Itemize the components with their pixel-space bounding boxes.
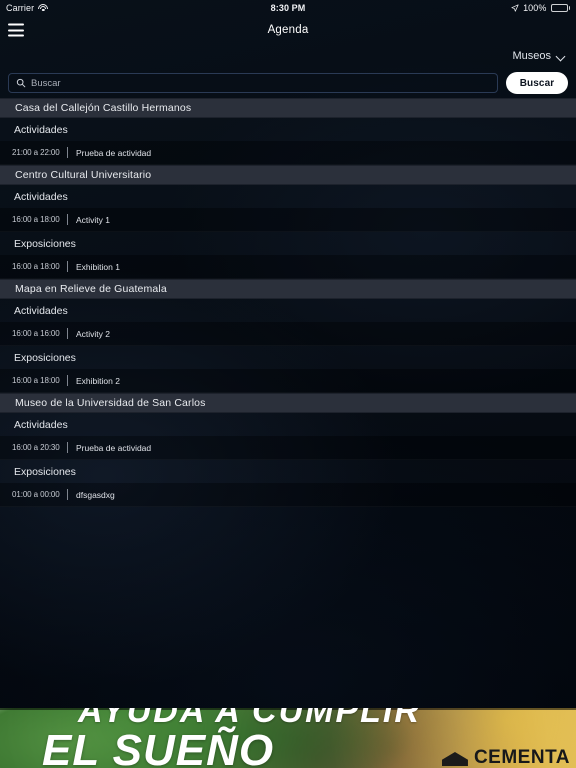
event-name: dfsgasdxg: [76, 489, 115, 500]
section-header[interactable]: Museo de la Universidad de San Carlos: [0, 393, 576, 413]
event-divider: [67, 489, 68, 500]
event-row[interactable]: 01:00 a 00:00 dfsgasdxg: [0, 483, 576, 507]
roof-logo-icon: [441, 752, 468, 766]
section-header[interactable]: Centro Cultural Universitario: [0, 165, 576, 185]
event-name: Activity 1: [76, 214, 111, 225]
group-title: Exposiciones: [14, 237, 76, 250]
hamburger-menu-icon[interactable]: [8, 23, 24, 37]
event-row[interactable]: 16:00 a 18:00 Exhibition 2: [0, 369, 576, 393]
event-time: 16:00 a 20:30: [12, 443, 60, 452]
event-time: 16:00 a 16:00: [12, 329, 60, 338]
event-time: 21:00 a 22:00: [12, 148, 60, 157]
event-divider: [67, 147, 68, 158]
event-time: 01:00 a 00:00: [12, 490, 60, 499]
search-input[interactable]: [31, 77, 490, 89]
advertisement-banner[interactable]: AYUDA A CUMPLIR EL SUEÑO CEMENTA: [0, 708, 576, 768]
event-name: Activity 2: [76, 328, 111, 339]
status-bar-clock: 8:30 PM: [270, 3, 306, 13]
search-row: Buscar: [0, 68, 576, 98]
museos-filter-label: Museos: [512, 50, 551, 62]
museos-filter-dropdown[interactable]: Museos: [512, 50, 566, 62]
event-name: Exhibition 1: [76, 261, 120, 272]
event-row[interactable]: 21:00 a 22:00 Prueba de actividad: [0, 141, 576, 165]
event-divider: [67, 214, 68, 225]
event-row[interactable]: 16:00 a 20:30 Prueba de actividad: [0, 436, 576, 460]
filter-row: Museos: [0, 44, 576, 68]
carrier-label: Carrier: [6, 3, 35, 13]
chevron-down-icon: [557, 52, 566, 61]
banner-brand: CEMENTA: [441, 746, 570, 768]
event-divider: [67, 328, 68, 339]
navigation-bar: Agenda: [0, 16, 576, 44]
group-title: Actividades: [14, 304, 68, 317]
page-title: Agenda: [267, 24, 309, 36]
group-title: Exposiciones: [14, 351, 76, 364]
event-name: Prueba de actividad: [76, 442, 152, 453]
event-time: 16:00 a 18:00: [12, 215, 60, 224]
search-submit-button[interactable]: Buscar: [506, 72, 568, 94]
search-field[interactable]: [8, 73, 498, 93]
event-name: Exhibition 2: [76, 375, 120, 386]
event-row[interactable]: 16:00 a 16:00 Activity 2: [0, 322, 576, 346]
event-row[interactable]: 16:00 a 18:00 Exhibition 1: [0, 255, 576, 279]
battery-percent-label: 100%: [523, 3, 547, 13]
agenda-list: Casa del Callejón Castillo Hermanos Activ…: [0, 98, 576, 507]
group-title: Actividades: [14, 418, 68, 431]
status-bar: Carrier 8:30 PM 100%: [0, 0, 576, 16]
event-row[interactable]: 16:00 a 18:00 Activity 1: [0, 208, 576, 232]
event-divider: [67, 375, 68, 386]
status-bar-left: Carrier: [6, 3, 49, 13]
group-title: Actividades: [14, 123, 68, 136]
group-title: Exposiciones: [14, 465, 76, 478]
banner-headline-2: EL SUEÑO: [42, 726, 275, 768]
wifi-icon: [38, 4, 49, 12]
location-arrow-icon: [511, 4, 519, 12]
event-divider: [67, 261, 68, 272]
app-root: Carrier 8:30 PM 100% Agenda Museos Busca…: [0, 0, 576, 768]
status-bar-right: 100%: [511, 3, 570, 13]
section-header[interactable]: Casa del Callejón Castillo Hermanos: [0, 98, 576, 118]
event-time: 16:00 a 18:00: [12, 262, 60, 271]
event-time: 16:00 a 18:00: [12, 376, 60, 385]
section-header[interactable]: Mapa en Relieve de Guatemala: [0, 279, 576, 299]
banner-brand-label: CEMENTA: [473, 746, 570, 768]
group-title: Actividades: [14, 190, 68, 203]
event-divider: [67, 442, 68, 453]
battery-full-icon: [550, 4, 570, 12]
event-name: Prueba de actividad: [76, 147, 152, 158]
search-icon: [16, 78, 26, 88]
